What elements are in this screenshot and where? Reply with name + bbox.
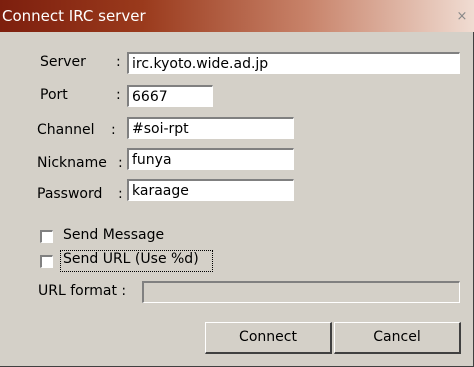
port-input[interactable] [127, 85, 213, 107]
send-url-checkbox[interactable] [40, 255, 53, 268]
send-message-label[interactable]: Send Message [63, 227, 164, 243]
server-input[interactable] [127, 52, 460, 74]
connect-irc-dialog: Connect IRC server × Server : Port : Cha… [0, 0, 474, 367]
send-message-checkbox[interactable] [40, 230, 53, 243]
channel-label: Channel [37, 122, 95, 138]
channel-input[interactable] [127, 117, 294, 139]
server-colon: : [116, 54, 121, 70]
nickname-colon: : [118, 155, 123, 171]
nickname-input[interactable] [127, 148, 294, 170]
title-bar[interactable]: Connect IRC server × [0, 0, 474, 32]
connect-button[interactable]: Connect [205, 322, 332, 354]
send-url-label[interactable]: Send URL (Use %d) [63, 251, 199, 267]
port-label: Port [40, 87, 68, 103]
server-label: Server [40, 54, 86, 70]
password-label: Password [37, 186, 103, 202]
port-colon: : [116, 87, 121, 103]
url-format-label: URL format : [38, 283, 127, 299]
url-format-input[interactable] [142, 281, 460, 303]
dialog-title: Connect IRC server [2, 7, 146, 25]
password-input[interactable] [127, 179, 294, 201]
close-icon[interactable]: × [456, 10, 468, 23]
cancel-button[interactable]: Cancel [334, 322, 461, 354]
channel-colon: : [111, 122, 116, 138]
nickname-label: Nickname [37, 155, 107, 171]
password-colon: : [118, 186, 123, 202]
